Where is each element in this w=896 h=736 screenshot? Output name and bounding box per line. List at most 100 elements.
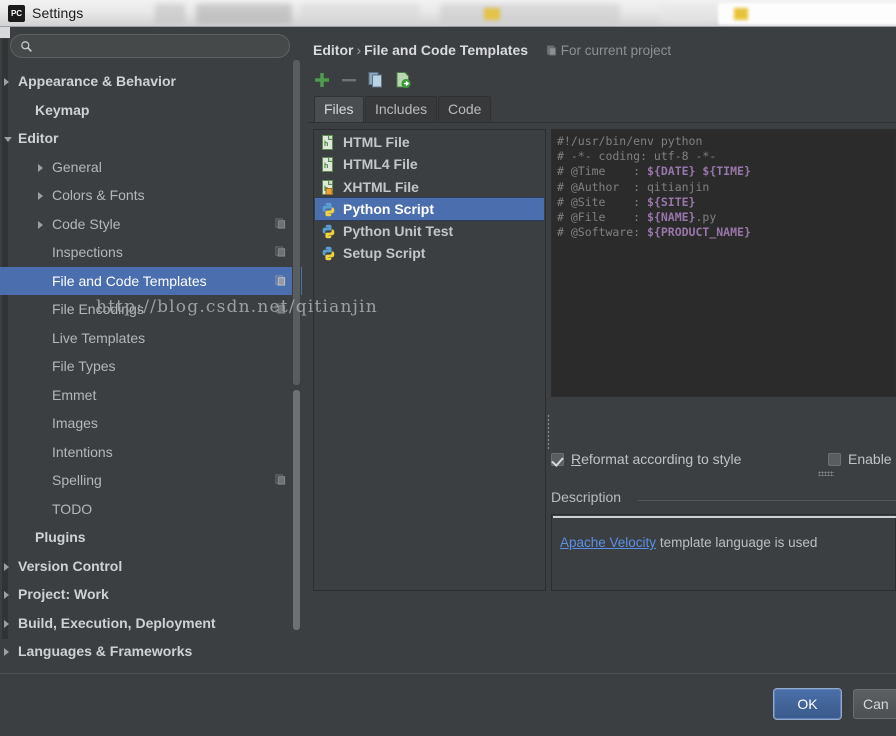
list-item-label: Python Script bbox=[343, 201, 434, 217]
sidebar-item-file-encodings[interactable]: File Encodings bbox=[0, 295, 302, 324]
copy-template-button[interactable] bbox=[365, 69, 387, 91]
code-text: # @Site : bbox=[557, 195, 647, 209]
list-item[interactable]: h HTML4 File bbox=[315, 153, 544, 175]
sidebar-item-label: Live Templates bbox=[52, 324, 145, 353]
template-editor[interactable]: #!/usr/bin/env python# -*- coding: utf-8… bbox=[551, 129, 896, 397]
tabs-underline bbox=[308, 122, 896, 123]
chevron-right-icon[interactable] bbox=[4, 648, 9, 656]
sidebar-item-live-templates[interactable]: Live Templates bbox=[0, 324, 302, 353]
sidebar-item-keymap[interactable]: Keymap bbox=[0, 96, 302, 125]
code-text: #!/usr/bin/env python bbox=[557, 134, 702, 148]
sidebar-item-label: Images bbox=[52, 409, 98, 438]
svg-text:h: h bbox=[324, 141, 328, 148]
add-template-button[interactable] bbox=[311, 69, 333, 91]
tab-code[interactable]: Code bbox=[438, 96, 491, 122]
sidebar-item-code-style[interactable]: Code Style bbox=[0, 210, 302, 239]
code-line: # @Time : ${DATE} ${TIME} bbox=[557, 164, 895, 179]
chevron-right-icon[interactable] bbox=[38, 192, 43, 200]
ok-button[interactable]: OK bbox=[774, 689, 841, 719]
remove-template-button[interactable] bbox=[338, 69, 360, 91]
template-list-panel[interactable]: hHTML FilehHTML4 FilehXHTML FilePython S… bbox=[313, 129, 546, 591]
project-scope-icon bbox=[275, 218, 286, 229]
background-window-blur bbox=[734, 8, 748, 20]
sidebar-item-label: Plugins bbox=[35, 523, 86, 552]
sidebar-item-emmet[interactable]: Emmet bbox=[0, 381, 302, 410]
sidebar-item-editor[interactable]: Editor bbox=[0, 124, 302, 153]
list-item[interactable]: hHTML File bbox=[315, 131, 544, 153]
template-code[interactable]: #!/usr/bin/env python# -*- coding: utf-8… bbox=[557, 134, 895, 240]
reset-file-icon bbox=[392, 69, 414, 91]
tab-includes[interactable]: Includes bbox=[365, 96, 437, 122]
list-item-label: Setup Script bbox=[343, 245, 425, 261]
list-item[interactable]: hXHTML File bbox=[315, 176, 544, 198]
list-item[interactable]: Setup Script bbox=[315, 242, 544, 264]
sidebar-item-label: Inspections bbox=[52, 238, 123, 267]
sidebar-item-plugins[interactable]: Plugins bbox=[0, 523, 302, 552]
template-list[interactable]: hHTML FilehHTML4 FilehXHTML FilePython S… bbox=[315, 131, 544, 589]
breadcrumb-root[interactable]: Editor bbox=[313, 42, 353, 58]
search-input[interactable] bbox=[39, 37, 279, 56]
sidebar-item-file-and-code-templates[interactable]: File and Code Templates bbox=[0, 267, 302, 296]
code-line: # @File : ${NAME}.py bbox=[557, 210, 895, 225]
sidebar-item-version-control[interactable]: Version Control bbox=[0, 552, 302, 581]
chevron-right-icon[interactable] bbox=[4, 78, 9, 86]
sidebar-item-intentions[interactable]: Intentions bbox=[0, 438, 302, 467]
navigation-scrollbar[interactable] bbox=[292, 60, 301, 656]
list-item-label: HTML4 File bbox=[343, 156, 418, 172]
plus-icon bbox=[311, 69, 333, 91]
window-title: Settings bbox=[32, 5, 83, 21]
code-text: # @Author : qitianjin bbox=[557, 180, 709, 194]
python-file-icon bbox=[321, 202, 336, 217]
enable-checkbox[interactable] bbox=[828, 453, 841, 466]
description-group-title: Description bbox=[551, 489, 627, 505]
chevron-right-icon[interactable] bbox=[4, 620, 9, 628]
tab-files[interactable]: Files bbox=[314, 96, 364, 122]
sidebar-item-appearance-behavior[interactable]: Appearance & Behavior bbox=[0, 67, 302, 96]
sidebar-item-general[interactable]: General bbox=[0, 153, 302, 182]
html-file-icon: h bbox=[321, 157, 336, 172]
sidebar-item-build-execution-deployment[interactable]: Build, Execution, Deployment bbox=[0, 609, 302, 638]
reformat-checkbox-label[interactable]: Reformat according to style bbox=[571, 449, 741, 470]
chevron-right-icon[interactable] bbox=[38, 164, 43, 172]
sidebar-item-images[interactable]: Images bbox=[0, 409, 302, 438]
template-variable: ${SITE} bbox=[647, 195, 695, 209]
sidebar-item-label: Project: Work bbox=[18, 580, 109, 609]
sidebar-item-label: Colors & Fonts bbox=[52, 181, 145, 210]
cancel-button[interactable]: Can bbox=[853, 689, 896, 719]
background-window-blur bbox=[660, 4, 718, 24]
enable-checkbox-label[interactable]: Enable bbox=[848, 449, 892, 470]
chevron-right-icon[interactable] bbox=[38, 221, 43, 229]
search-box[interactable] bbox=[10, 34, 290, 58]
python-file-icon bbox=[321, 246, 336, 261]
list-item[interactable]: Python Unit Test bbox=[315, 220, 544, 242]
code-line: #!/usr/bin/env python bbox=[557, 134, 895, 149]
sidebar-item-label: TODO bbox=[52, 495, 92, 524]
sidebar-item-inspections[interactable]: Inspections bbox=[0, 238, 302, 267]
background-window-blur bbox=[440, 4, 620, 24]
description-box[interactable]: Apache Velocity template language is use… bbox=[551, 514, 896, 591]
sidebar-item-file-types[interactable]: File Types bbox=[0, 352, 302, 381]
sidebar-item-project-work[interactable]: Project: Work bbox=[0, 580, 302, 609]
edge-cap bbox=[0, 27, 10, 38]
chevron-down-icon[interactable] bbox=[4, 137, 12, 142]
chevron-right-icon[interactable] bbox=[4, 563, 9, 571]
chevron-right-icon[interactable] bbox=[4, 591, 9, 599]
reformat-checkbox[interactable] bbox=[551, 453, 564, 466]
html-file-icon: h bbox=[321, 135, 336, 150]
apache-velocity-link[interactable]: Apache Velocity bbox=[560, 535, 656, 550]
sidebar-item-spelling[interactable]: Spelling bbox=[0, 466, 302, 495]
reset-template-button[interactable] bbox=[392, 69, 414, 91]
settings-content-pane: Editor›File and Code Templates For curre… bbox=[308, 34, 896, 664]
minus-icon bbox=[338, 69, 360, 91]
copy-icon bbox=[365, 69, 387, 91]
sidebar-item-languages-frameworks[interactable]: Languages & Frameworks bbox=[0, 637, 302, 663]
sidebar-item-todo[interactable]: TODO bbox=[0, 495, 302, 524]
sidebar-item-colors-fonts[interactable]: Colors & Fonts bbox=[0, 181, 302, 210]
settings-category-tree[interactable]: Appearance & BehaviorKeymapEditorGeneral… bbox=[0, 67, 302, 663]
scrollbar-thumb[interactable] bbox=[293, 60, 300, 385]
scrollbar-thumb-lower[interactable] bbox=[293, 390, 300, 630]
list-item[interactable]: Python Script bbox=[315, 198, 544, 220]
python-file-icon bbox=[321, 224, 336, 239]
dialog-button-bar: OK Can bbox=[0, 673, 896, 736]
project-scope-icon bbox=[546, 45, 557, 56]
